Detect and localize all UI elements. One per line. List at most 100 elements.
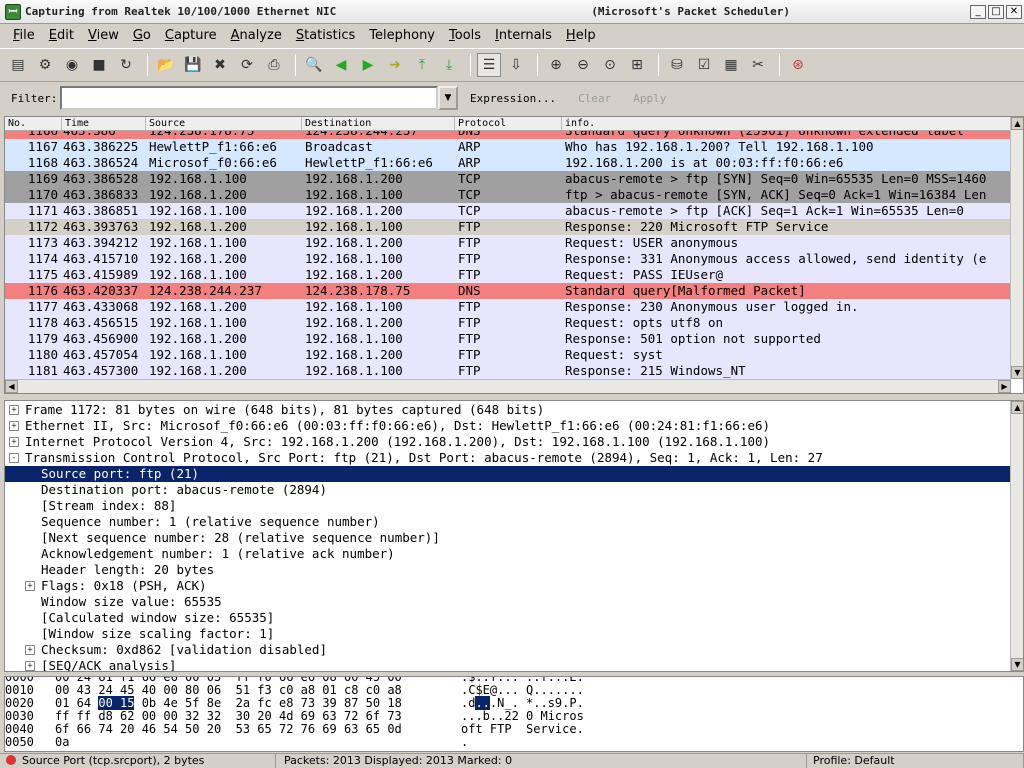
resize-columns-icon[interactable]: ⊞ [625,53,649,77]
colorize-icon[interactable]: ☰ [477,53,501,77]
detail-row[interactable]: Sequence number: 1 (relative sequence nu… [5,514,1023,530]
detail-row[interactable]: + Checksum: 0xd862 [validation disabled] [5,642,1023,658]
column-header[interactable]: No. [5,117,62,130]
menu-item[interactable]: Capture [158,25,224,47]
packet-row[interactable]: 1177 463.433068 192.168.1.200 192.168.1.100… [5,299,1023,315]
packet-row[interactable]: 1168 463.386524 Microsof_f0:66:e6 HewlettP_… [5,155,1023,171]
menu-item[interactable]: View [81,25,126,47]
close-file-icon[interactable]: ✖ [208,53,232,77]
menu-item[interactable]: Edit [42,25,81,47]
packet-list-vertical-scrollbar[interactable]: ▲ ▼ [1010,117,1023,379]
packet-row[interactable]: 1176 463.420337 124.238.244.237 124.238.178… [5,283,1023,299]
go-forward-icon[interactable]: ▶ [356,53,380,77]
filter-dropdown-button[interactable]: ▼ [438,86,458,110]
auto-scroll-icon[interactable]: ⇩ [504,53,528,77]
last-packet-icon[interactable]: ⤓ [437,53,461,77]
packet-row[interactable]: 1175 463.415989 192.168.1.100 192.168.1.200… [5,267,1023,283]
display-filters-icon[interactable]: ☑ [692,53,716,77]
menu-item[interactable]: Telephony [362,25,442,47]
preferences-icon[interactable]: ✂ [746,53,770,77]
packet-row[interactable]: 1179 463.456900 192.168.1.200 192.168.1.100… [5,331,1023,347]
detail-row[interactable]: + [SEQ/ACK analysis] [5,658,1023,671]
go-back-icon[interactable]: ◀ [329,53,353,77]
capture-filters-icon[interactable]: ⛁ [665,53,689,77]
zoom-out-icon[interactable]: ⊖ [571,53,595,77]
packet-row[interactable]: 1180 463.457054 192.168.1.100 192.168.1.200… [5,347,1023,363]
menu-item[interactable]: File [6,25,42,47]
packet-row[interactable]: 1178 463.456515 192.168.1.100 192.168.1.200… [5,315,1023,331]
detail-row[interactable]: + Flags: 0x18 (PSH, ACK) [5,578,1023,594]
column-header[interactable]: info. [562,117,1012,130]
detail-row[interactable]: Window size value: 65535 [5,594,1023,610]
detail-row[interactable]: [Stream index: 88] [5,498,1023,514]
packet-list-horizontal-scrollbar[interactable]: ◀ ▶ [5,379,1011,393]
detail-row[interactable]: + Frame 1172: 81 bytes on wire (648 bits)… [5,402,1023,418]
go-to-packet-icon[interactable]: ➜ [383,53,407,77]
detail-row[interactable]: Acknowledgement number: 1 (relative ack … [5,546,1023,562]
help-icon[interactable]: ⊛ [786,53,810,77]
stop-capture-icon[interactable]: ■ [87,53,111,77]
detail-row[interactable]: - Transmission Control Protocol, Src Port… [5,450,1023,466]
scroll-right-icon[interactable]: ▶ [998,380,1011,393]
packet-row[interactable]: 1169 463.386528 192.168.1.100 192.168.1.200… [5,171,1023,187]
scroll-left-icon[interactable]: ◀ [5,380,18,393]
menu-item[interactable]: Tools [442,25,488,47]
expression-button[interactable]: Expression... [466,92,560,105]
status-profile[interactable]: Profile: Default [807,754,1024,768]
normal-size-icon[interactable]: ⊙ [598,53,622,77]
detail-row[interactable]: + Ethernet II, Src: Microsof_f0:66:e6 (00… [5,418,1023,434]
display-filter-input[interactable] [60,86,438,110]
scroll-down-icon[interactable]: ▼ [1011,366,1023,379]
packet-row[interactable]: 1167 463.386225 HewlettP_f1:66:e6 Broadcast… [5,139,1023,155]
packet-row[interactable]: 1170 463.386833 192.168.1.200 192.168.1.100… [5,187,1023,203]
open-file-icon[interactable]: 📂 [154,53,178,77]
scroll-up-icon[interactable]: ▲ [1011,117,1023,130]
packet-row[interactable]: 1174 463.415710 192.168.1.200 192.168.1.100… [5,251,1023,267]
close-button[interactable]: ✕ [1006,4,1022,19]
detail-row[interactable]: [Next sequence number: 28 (relative sequ… [5,530,1023,546]
detail-row[interactable]: Source port: ftp (21) [5,466,1023,482]
packet-row[interactable]: 1166463.386124.238.178.75124.238.244.237… [5,131,1023,139]
restart-capture-icon[interactable]: ↻ [114,53,138,77]
collapse-icon[interactable]: - [9,453,19,463]
clear-button[interactable]: Clear [574,92,615,105]
find-packet-icon[interactable]: 🔍 [302,53,326,77]
expand-icon[interactable]: + [25,645,35,655]
details-vertical-scrollbar[interactable]: ▲ ▼ [1010,401,1023,671]
start-capture-icon[interactable]: ◉ [60,53,84,77]
menu-item[interactable]: Internals [488,25,559,47]
detail-row[interactable]: [Calculated window size: 65535] [5,610,1023,626]
apply-button[interactable]: Apply [629,92,670,105]
packet-row[interactable]: 1172 463.393763 192.168.1.200 192.168.1.100… [5,219,1023,235]
capture-options-icon[interactable]: ⚙ [33,53,57,77]
print-icon[interactable]: ⎙ [262,53,286,77]
hex-row[interactable]: 0050 0a. [5,736,1023,749]
column-header[interactable]: Protocol [455,117,562,130]
save-file-icon[interactable]: 💾 [181,53,205,77]
menu-item[interactable]: Help [559,25,603,47]
first-packet-icon[interactable]: ⤒ [410,53,434,77]
menu-item[interactable]: Statistics [289,25,362,47]
minimize-button[interactable]: _ [970,4,986,19]
reload-icon[interactable]: ⟳ [235,53,259,77]
expand-icon[interactable]: + [25,661,35,671]
detail-row[interactable]: [Window size scaling factor: 1] [5,626,1023,642]
expand-icon[interactable]: + [9,405,19,415]
expert-info-led-icon[interactable] [6,755,16,765]
interfaces-icon[interactable]: ▤ [6,53,30,77]
column-header[interactable]: Time [62,117,146,130]
expand-icon[interactable]: + [25,581,35,591]
expand-icon[interactable]: + [9,437,19,447]
scroll-down-icon[interactable]: ▼ [1011,658,1023,671]
packet-row[interactable]: 1173 463.394212 192.168.1.100 192.168.1.200… [5,235,1023,251]
packet-row[interactable]: 1181 463.457300 192.168.1.200 192.168.1.100… [5,363,1023,379]
hex-row[interactable]: 0040 6f 66 74 20 46 54 50 20 53 65 72 76 … [5,723,1023,736]
column-header[interactable]: Source [146,117,302,130]
detail-row[interactable]: Destination port: abacus-remote (2894) [5,482,1023,498]
scroll-up-icon[interactable]: ▲ [1011,401,1023,414]
column-header[interactable]: Destination [302,117,455,130]
packet-row[interactable]: 1171 463.386851 192.168.1.100 192.168.1.200… [5,203,1023,219]
expand-icon[interactable]: + [9,421,19,431]
menu-item[interactable]: Analyze [224,25,289,47]
detail-row[interactable]: Header length: 20 bytes [5,562,1023,578]
